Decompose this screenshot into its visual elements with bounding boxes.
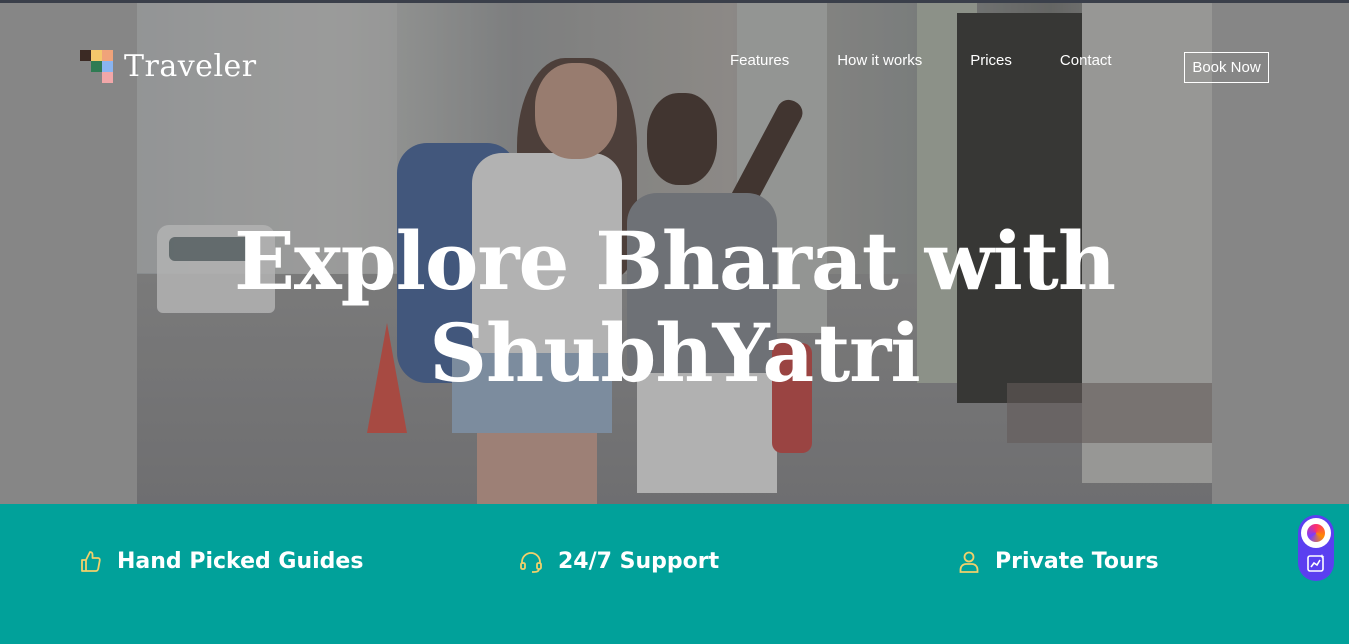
headset-icon (520, 551, 542, 573)
nav-prices[interactable]: Prices (970, 52, 1012, 69)
chart-sparkle-icon[interactable] (1306, 553, 1326, 573)
features-band (0, 504, 1349, 644)
site-logo[interactable]: Traveler (80, 49, 257, 84)
brand-name: Traveler (124, 49, 257, 84)
logo-mark-icon (80, 49, 114, 84)
hero-headline: Explore Bharat with ShubhYatri (0, 215, 1349, 399)
thumbs-up-icon (81, 550, 101, 572)
headline-line-1: Explore Bharat with (233, 214, 1116, 308)
assistant-widget[interactable] (1298, 515, 1334, 581)
feature-label: 24/7 Support (558, 549, 720, 574)
feature-support: 24/7 Support (518, 549, 719, 574)
main-nav: Features How it works Prices Contact (730, 52, 1112, 69)
feature-label: Hand Picked Guides (117, 549, 364, 574)
feature-private-tours: Private Tours (957, 549, 1159, 574)
nav-how-it-works[interactable]: How it works (837, 52, 922, 69)
assistant-logo-icon[interactable] (1301, 518, 1331, 548)
user-icon (959, 551, 979, 573)
feature-hand-picked-guides: Hand Picked Guides (79, 549, 363, 574)
book-now-button[interactable]: Book Now (1184, 52, 1269, 83)
nav-contact[interactable]: Contact (1060, 52, 1112, 69)
feature-label: Private Tours (995, 549, 1159, 574)
nav-features[interactable]: Features (730, 52, 789, 69)
headline-line-2: ShubhYatri (429, 306, 920, 400)
